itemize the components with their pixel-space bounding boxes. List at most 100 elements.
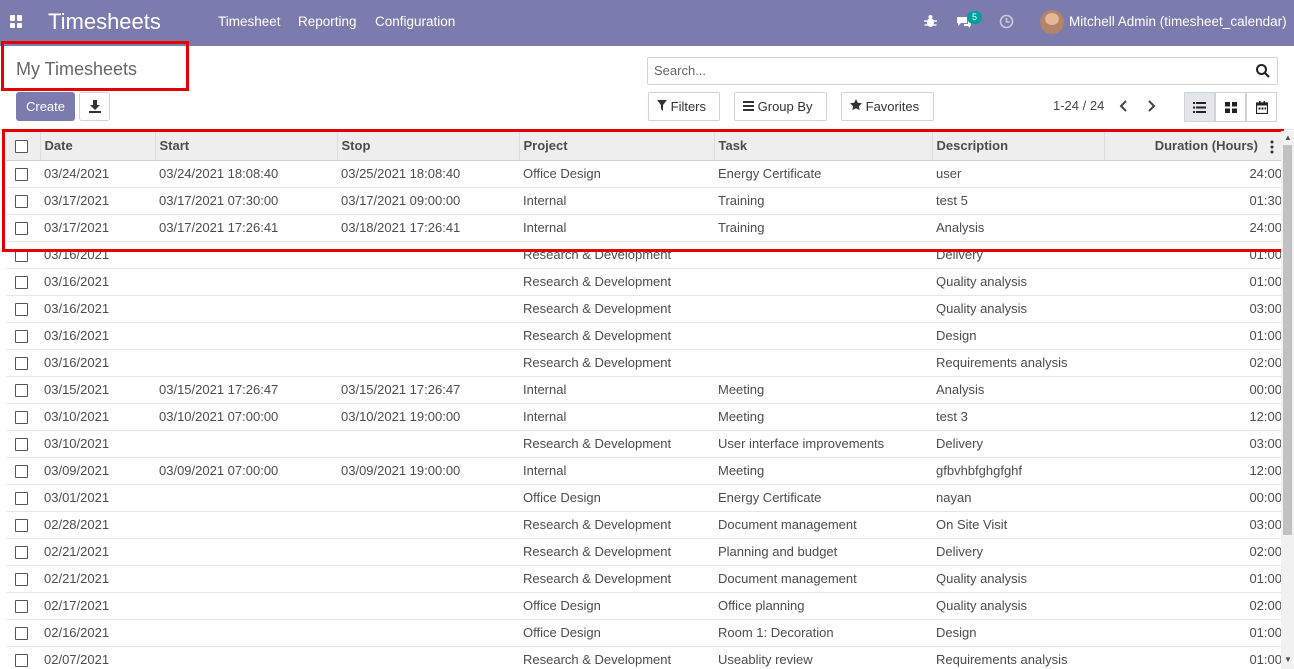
cell-start[interactable]: 03/17/2021 17:26:41 [155,214,337,242]
cell-project[interactable]: Research & Development [519,430,714,458]
row-checkbox[interactable] [15,357,28,371]
cell-duration[interactable]: 02:00 [1104,538,1286,566]
cell-project[interactable]: Office Design [519,592,714,620]
cell-duration[interactable]: 01:00 [1104,322,1286,350]
cell-duration[interactable]: 01:00 [1104,268,1286,296]
table-row[interactable]: 03/10/2021 03/10/2021 07:00:00 03/10/2021 … [6,403,1286,431]
table-row[interactable]: 03/17/2021 03/17/2021 07:30:00 03/17/2021 … [6,187,1286,215]
cell-start[interactable] [155,430,337,458]
row-select-cell[interactable] [6,403,40,431]
cell-stop[interactable] [337,484,519,512]
row-select-cell[interactable] [6,565,40,593]
cell-start[interactable] [155,511,337,539]
pager-value[interactable]: 1-24 / 24 [1053,98,1104,113]
cell-project[interactable]: Office Design [519,160,714,188]
cell-task[interactable]: Document management [714,565,932,593]
chevron-right-icon[interactable] [1147,100,1156,112]
cell-stop[interactable]: 03/10/2021 19:00:00 [337,403,519,431]
cell-duration[interactable]: 01:00 [1104,619,1286,647]
download-button[interactable] [79,92,110,121]
table-row[interactable]: 02/16/2021 Office Design Room 1: Decoratio… [6,619,1286,647]
cell-date[interactable]: 03/16/2021 [40,322,155,350]
row-select-cell[interactable] [6,538,40,566]
row-select-cell[interactable] [6,349,40,377]
row-select-cell[interactable] [6,619,40,647]
cell-description[interactable]: Design [932,322,1104,350]
cell-stop[interactable] [337,646,519,669]
row-select-cell[interactable] [6,457,40,485]
cell-start[interactable] [155,565,337,593]
cell-description[interactable]: Analysis [932,214,1104,242]
cell-start[interactable] [155,241,337,269]
row-checkbox[interactable] [15,384,28,398]
cell-duration[interactable]: 01:30 [1104,187,1286,215]
cell-description[interactable]: Quality analysis [932,268,1104,296]
cell-stop[interactable]: 03/17/2021 09:00:00 [337,187,519,215]
menu-timesheet[interactable]: Timesheet [218,14,281,29]
cell-duration[interactable]: 01:00 [1104,241,1286,269]
row-select-cell[interactable] [6,268,40,296]
cell-project[interactable]: Research & Development [519,565,714,593]
cell-description[interactable]: nayan [932,484,1104,512]
cell-start[interactable]: 03/17/2021 07:30:00 [155,187,337,215]
cell-duration[interactable]: 24:00 [1104,160,1286,188]
table-row[interactable]: 03/17/2021 03/17/2021 17:26:41 03/18/2021 … [6,214,1286,242]
cell-task[interactable]: Document management [714,511,932,539]
scroll-up-arrow-icon[interactable]: ▲ [1284,133,1292,142]
cell-start[interactable]: 03/09/2021 07:00:00 [155,457,337,485]
cell-stop[interactable] [337,241,519,269]
cell-duration[interactable]: 01:00 [1104,646,1286,669]
cell-description[interactable]: user [932,160,1104,188]
column-header-duration[interactable]: Duration (Hours) [1104,131,1286,161]
row-select-cell[interactable] [6,511,40,539]
cell-task[interactable] [714,322,932,350]
column-header-date[interactable]: Date [40,131,156,161]
table-row[interactable]: 03/01/2021 Office Design Energy Certificat… [6,484,1286,512]
vertical-scrollbar[interactable]: ▲ ▼ [1281,131,1294,669]
cell-duration[interactable]: 24:00 [1104,214,1286,242]
cell-project[interactable]: Office Design [519,619,714,647]
row-checkbox[interactable] [15,519,28,533]
table-row[interactable]: 02/21/2021 Research & Development Planning… [6,538,1286,566]
table-row[interactable]: 03/24/2021 03/24/2021 18:08:40 03/25/2021 … [6,160,1286,188]
optional-columns-icon[interactable] [1270,140,1274,154]
column-header-task[interactable]: Task [714,131,933,161]
cell-task[interactable]: Planning and budget [714,538,932,566]
cell-start[interactable] [155,646,337,669]
select-all-checkbox[interactable] [15,139,28,153]
cell-description[interactable]: Design [932,619,1104,647]
column-header-description[interactable]: Description [932,131,1105,161]
cell-task[interactable]: Room 1: Decoration [714,619,932,647]
row-checkbox[interactable] [15,411,28,425]
row-select-cell[interactable] [6,187,40,215]
app-brand[interactable]: Timesheets [48,9,161,35]
cell-duration[interactable]: 00:00 [1104,376,1286,404]
cell-stop[interactable]: 03/09/2021 19:00:00 [337,457,519,485]
cell-stop[interactable]: 03/18/2021 17:26:41 [337,214,519,242]
cell-stop[interactable] [337,349,519,377]
cell-description[interactable]: Delivery [932,538,1104,566]
table-row[interactable]: 03/16/2021 Research & Development Design 01… [6,322,1286,350]
cell-task[interactable]: Training [714,214,932,242]
kanban-view-button[interactable] [1215,92,1246,122]
row-checkbox[interactable] [15,573,28,587]
cell-description[interactable]: Delivery [932,430,1104,458]
row-checkbox[interactable] [15,465,28,479]
cell-project[interactable]: Research & Development [519,511,714,539]
cell-duration[interactable]: 03:00 [1104,511,1286,539]
scroll-down-arrow-icon[interactable]: ▼ [1284,655,1292,664]
cell-date[interactable]: 03/16/2021 [40,349,155,377]
menu-configuration[interactable]: Configuration [375,14,455,29]
cell-start[interactable] [155,592,337,620]
cell-start[interactable] [155,484,337,512]
row-select-cell[interactable] [6,646,40,669]
cell-date[interactable]: 03/15/2021 [40,376,155,404]
row-checkbox[interactable] [15,627,28,641]
cell-project[interactable]: Research & Development [519,295,714,323]
search-icon[interactable] [1255,63,1271,79]
cell-date[interactable]: 02/07/2021 [40,646,155,669]
row-checkbox[interactable] [15,222,28,236]
cell-date[interactable]: 03/10/2021 [40,430,155,458]
cell-stop[interactable] [337,268,519,296]
cell-project[interactable]: Research & Development [519,322,714,350]
